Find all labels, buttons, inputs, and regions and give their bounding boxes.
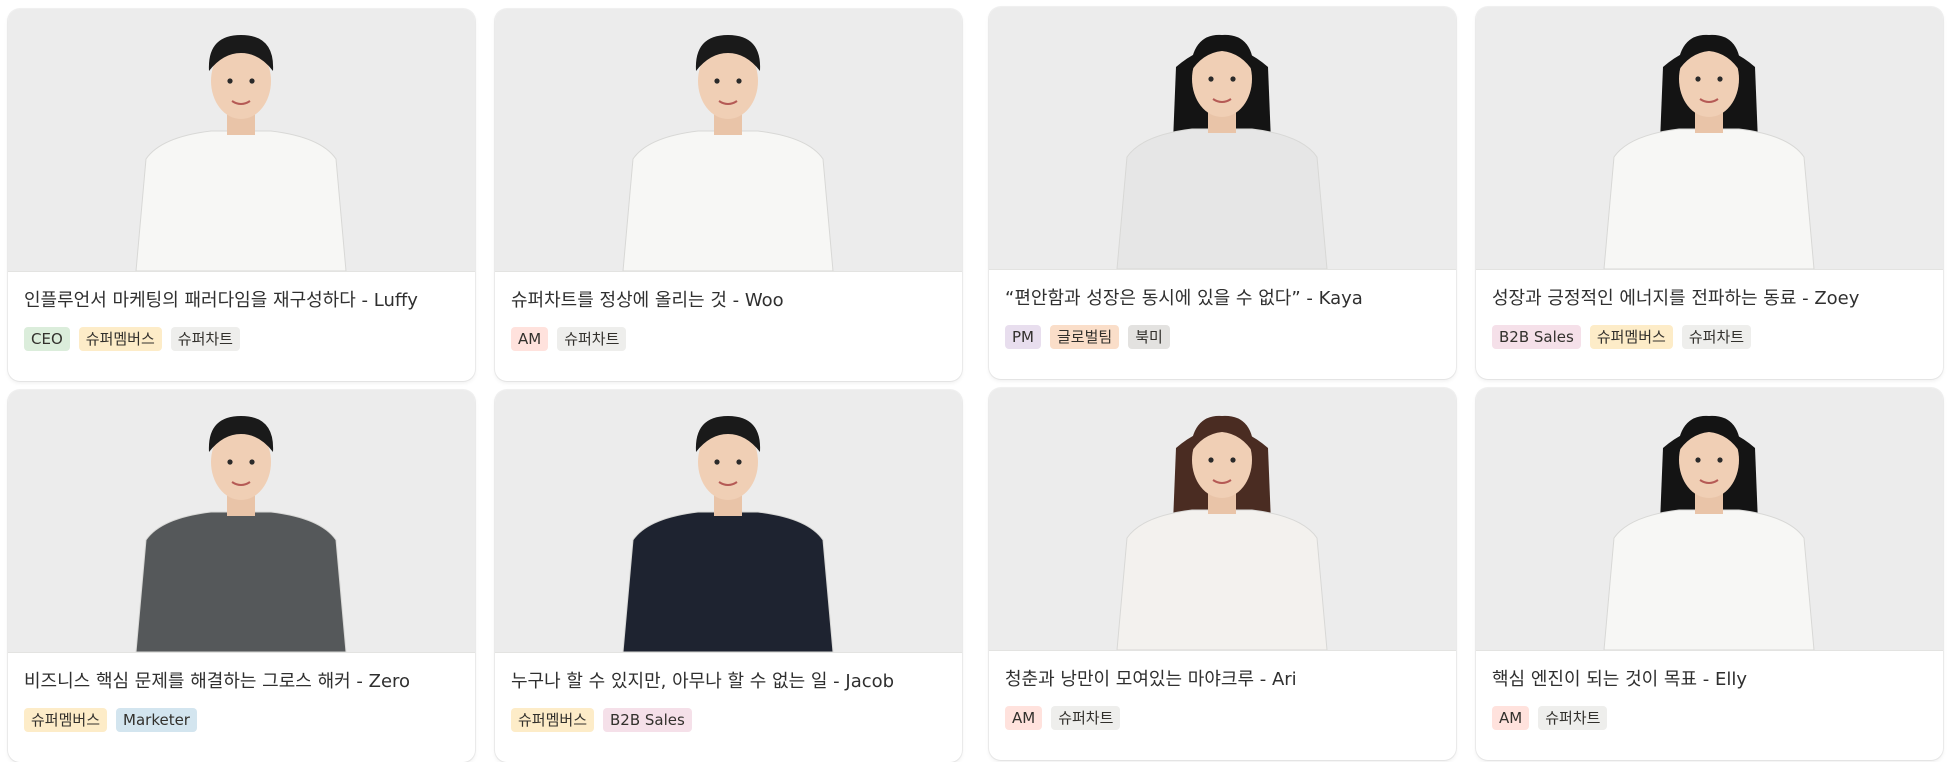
member-tag: AM <box>1492 706 1530 730</box>
member-photo <box>8 9 475 272</box>
member-tag: B2B Sales <box>603 708 692 732</box>
member-tags: B2B Sales 슈퍼멤버스 슈퍼차트 <box>1492 325 1752 349</box>
portrait-illustration <box>1603 415 1815 650</box>
member-title: 청춘과 낭만이 모여있는 마야크루 - Ari <box>1005 669 1297 690</box>
member-title: “편안함과 성장은 동시에 있을 수 없다” - Kaya <box>1005 288 1363 309</box>
torso-shape <box>1603 509 1815 650</box>
eye-shape <box>714 78 720 84</box>
portrait-illustration <box>135 416 347 652</box>
eye-shape <box>227 459 233 465</box>
member-tags: AM 슈퍼차트 <box>511 327 627 351</box>
member-tag: Marketer <box>116 708 197 732</box>
torso-shape <box>1116 509 1328 650</box>
eye-shape <box>227 78 233 84</box>
member-tag: AM <box>1005 706 1043 730</box>
member-tag: 슈퍼멤버스 <box>1589 325 1673 349</box>
member-tag: 슈퍼차트 <box>557 327 627 351</box>
member-tags: 슈퍼멤버스 B2B Sales <box>511 708 692 732</box>
eye-shape <box>1717 457 1723 463</box>
portrait-illustration <box>1116 415 1328 650</box>
member-tag: AM <box>511 327 549 351</box>
eye-shape <box>1695 76 1701 82</box>
portrait-illustration <box>1603 34 1815 269</box>
torso-shape <box>622 511 834 652</box>
eye-shape <box>249 78 255 84</box>
member-tag: 슈퍼멤버스 <box>511 708 595 732</box>
member-tag: 슈퍼멤버스 <box>78 327 162 351</box>
portrait-illustration <box>622 416 834 652</box>
member-tag: 슈퍼차트 <box>170 327 240 351</box>
member-tag: 슈퍼멤버스 <box>24 708 108 732</box>
torso-shape <box>1116 128 1328 269</box>
member-tags: 슈퍼멤버스 Marketer <box>24 708 197 732</box>
member-photo <box>989 7 1456 270</box>
torso-shape <box>1603 128 1815 269</box>
eye-shape <box>1230 457 1236 463</box>
member-card[interactable]: 슈퍼차트를 정상에 올리는 것 - Woo AM 슈퍼차트 <box>495 9 962 381</box>
member-card[interactable]: 핵심 엔진이 되는 것이 목표 - Elly AM 슈퍼차트 <box>1476 388 1943 760</box>
member-card[interactable]: 인플루언서 마케팅의 패러다임을 재구성하다 - Luffy CEO 슈퍼멤버스 슈… <box>8 9 475 381</box>
member-tags: AM 슈퍼차트 <box>1492 706 1608 730</box>
eye-shape <box>736 459 742 465</box>
member-tag: 슈퍼차트 <box>1051 706 1121 730</box>
member-title: 슈퍼차트를 정상에 올리는 것 - Woo <box>511 290 784 311</box>
member-tag: 글로벌팀 <box>1050 325 1120 349</box>
eye-shape <box>1717 76 1723 82</box>
portrait-illustration <box>135 35 347 271</box>
member-title: 성장과 긍정적인 에너지를 전파하는 동료 - Zoey <box>1492 288 1860 309</box>
member-photo <box>989 388 1456 651</box>
member-photo <box>495 390 962 653</box>
member-card[interactable]: 누구나 할 수 있지만, 아무나 할 수 없는 일 - Jacob 슈퍼멤버스 B… <box>495 390 962 762</box>
member-title: 핵심 엔진이 되는 것이 목표 - Elly <box>1492 669 1748 690</box>
member-tag: 슈퍼차트 <box>1681 325 1752 349</box>
member-photo <box>1476 7 1943 270</box>
member-tags: AM 슈퍼차트 <box>1005 706 1121 730</box>
torso-shape <box>135 511 347 652</box>
torso-shape <box>622 130 834 271</box>
member-tags: PM 글로벌팀 북미 <box>1005 325 1170 349</box>
member-tag: CEO <box>24 327 70 351</box>
eye-shape <box>1230 76 1236 82</box>
member-card[interactable]: 비즈니스 핵심 문제를 해결하는 그로스 해커 - Zero 슈퍼멤버스 Mark… <box>8 390 475 762</box>
member-photo <box>495 9 962 272</box>
eye-shape <box>1208 76 1214 82</box>
member-card[interactable]: 성장과 긍정적인 에너지를 전파하는 동료 - Zoey B2B Sales 슈퍼… <box>1476 7 1943 379</box>
member-tag: B2B Sales <box>1492 325 1581 349</box>
eye-shape <box>249 459 255 465</box>
member-photo <box>8 390 475 653</box>
member-card[interactable]: “편안함과 성장은 동시에 있을 수 없다” - Kaya PM 글로벌팀 북미 <box>989 7 1456 379</box>
member-card[interactable]: 청춘과 낭만이 모여있는 마야크루 - Ari AM 슈퍼차트 <box>989 388 1456 760</box>
member-title: 인플루언서 마케팅의 패러다임을 재구성하다 - Luffy <box>24 290 418 311</box>
member-tags: CEO 슈퍼멤버스 슈퍼차트 <box>24 327 240 351</box>
torso-shape <box>135 130 347 271</box>
member-tag: 슈퍼차트 <box>1538 706 1608 730</box>
portrait-illustration <box>622 35 834 271</box>
member-title: 비즈니스 핵심 문제를 해결하는 그로스 해커 - Zero <box>24 671 411 692</box>
eye-shape <box>1695 457 1701 463</box>
member-photo <box>1476 388 1943 651</box>
eye-shape <box>736 78 742 84</box>
eye-shape <box>714 459 720 465</box>
member-tag: PM <box>1005 325 1041 349</box>
eye-shape <box>1208 457 1214 463</box>
portrait-illustration <box>1116 34 1328 269</box>
member-title: 누구나 할 수 있지만, 아무나 할 수 없는 일 - Jacob <box>511 671 895 692</box>
member-tag: 북미 <box>1128 325 1170 349</box>
